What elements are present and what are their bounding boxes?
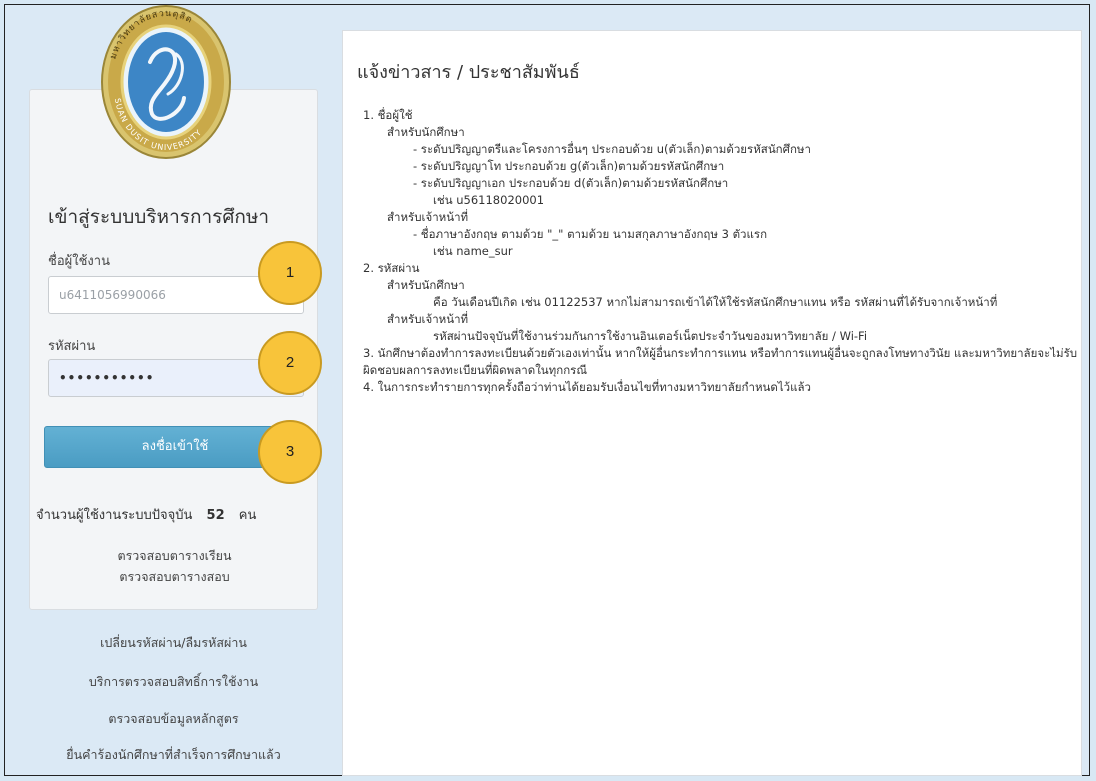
news-body: 1. ชื่อผู้ใช้ สำหรับนักศึกษา - ระดับปริญ… [363, 107, 1078, 396]
online-users-count: 52 [206, 508, 225, 523]
news-line: 2. รหัสผ่าน [363, 261, 420, 275]
link-check-access-rights[interactable]: บริการตรวจสอบสิทธิ์การใช้งาน [29, 672, 318, 692]
news-line: สำหรับนักศึกษา [387, 125, 465, 139]
online-users-unit: คน [238, 508, 257, 523]
news-line: 3. นักศึกษาต้องทำการลงทะเบียนด้วยตัวเองเ… [363, 346, 1078, 377]
link-check-timetable[interactable]: ตรวจสอบตารางเรียน [30, 546, 319, 566]
news-line: - ระดับปริญญาเอก ประกอบด้วย d(ตัวเล็ก)ตา… [413, 176, 729, 190]
news-title: แจ้งข่าวสาร / ประชาสัมพันธ์ [357, 62, 580, 83]
username-label: ชื่อผู้ใช้งาน [48, 254, 110, 269]
news-panel: แจ้งข่าวสาร / ประชาสัมพันธ์ 1. ชื่อผู้ใช… [342, 30, 1082, 776]
news-line: สำหรับเจ้าหน้าที่ [387, 312, 469, 326]
link-graduate-petition[interactable]: ยื่นคำร้องนักศึกษาที่สำเร็จการศึกษาแล้ว [29, 745, 318, 765]
news-line: สำหรับเจ้าหน้าที่ [387, 210, 469, 224]
online-users-label: จำนวนผู้ใช้งานระบบปัจจุบัน [36, 508, 193, 523]
news-line: - ชื่อภาษาอังกฤษ ตามด้วย "_" ตามด้วย นาม… [413, 227, 768, 241]
callout-badge-1: 1 [258, 241, 322, 305]
news-line: 4. ในการกระทำรายการทุกครั้งถือว่าท่านได้… [363, 380, 812, 394]
news-line: เช่น name_sur [433, 244, 513, 258]
news-line: 1. ชื่อผู้ใช้ [363, 108, 413, 122]
password-label: รหัสผ่าน [48, 339, 96, 354]
link-check-exam-schedule[interactable]: ตรวจสอบตารางสอบ [30, 567, 319, 587]
online-users: จำนวนผู้ใช้งานระบบปัจจุบัน 52 คน [36, 504, 256, 525]
news-line: - ระดับปริญญาตรีและโครงการอื่นๆ ประกอบด้… [413, 142, 811, 156]
news-line: รหัสผ่านปัจจุบันที่ใช้งานร่วมกันการใช้งา… [433, 329, 868, 343]
callout-badge-3: 3 [258, 420, 322, 484]
news-line: - ระดับปริญญาโท ประกอบด้วย g(ตัวเล็ก)ตาม… [413, 159, 725, 173]
university-logo: มหาวิทยาลัยสวนดุสิต SUAN DUSIT UNIVERSIT… [101, 5, 231, 159]
news-line: คือ วันเดือนปีเกิด เช่น 01122537 หากไม่ส… [433, 295, 998, 309]
link-change-password[interactable]: เปลี่ยนรหัสผ่าน/ลืมรหัสผ่าน [29, 633, 318, 653]
news-line: เช่น u56118020001 [433, 193, 545, 207]
callout-badge-2: 2 [258, 331, 322, 395]
login-title: เข้าสู่ระบบบริหารการศึกษา [48, 206, 270, 228]
news-line: สำหรับนักศึกษา [387, 278, 465, 292]
link-check-curriculum[interactable]: ตรวจสอบข้อมูลหลักสูตร [29, 709, 318, 729]
